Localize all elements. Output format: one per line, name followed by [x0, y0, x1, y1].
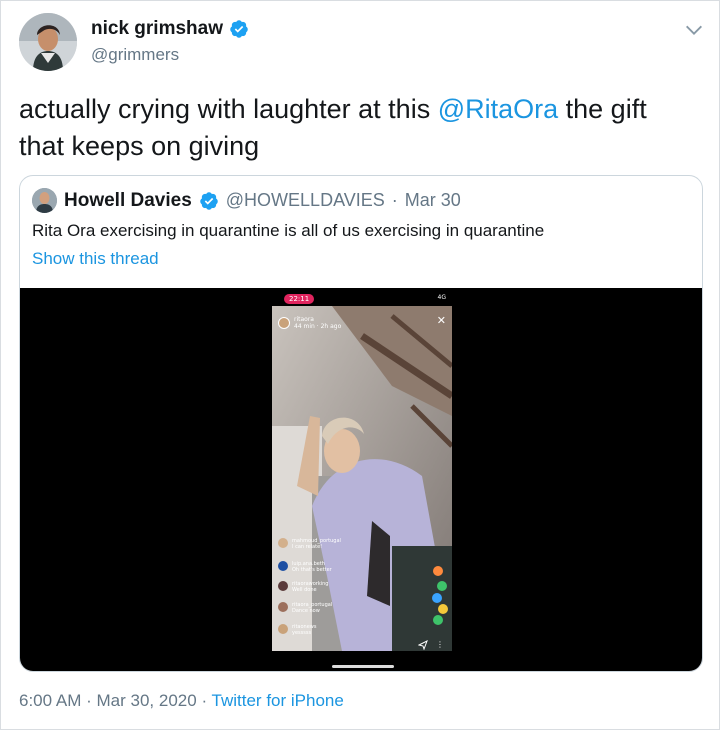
comment: luip.ana.beth Oh that's better [278, 561, 332, 573]
comment-text: Oh that's better [292, 567, 332, 573]
tweet-card: nick grimshaw @grimmers actually crying … [0, 0, 720, 730]
quoted-tweet[interactable]: Howell Davies @HOWELLDAVIES · Mar 30 Rit… [19, 175, 703, 672]
comment-avatar [278, 538, 288, 548]
video-media[interactable]: 22:11 4G ritaora 44 min · 2h ago ✕ mahmo… [20, 288, 702, 671]
quoted-handle: @HOWELLDAVIES [225, 190, 385, 210]
comment-text: Well done [292, 587, 317, 593]
share-icon [418, 640, 428, 650]
quoted-avatar [32, 188, 57, 213]
story-username: ritaora [294, 316, 314, 323]
phone-recording: 22:11 4G ritaora 44 min · 2h ago ✕ mahmo… [272, 292, 452, 668]
close-icon: ✕ [436, 315, 446, 327]
tweet-text: actually crying with laughter at this @R… [19, 91, 699, 165]
tweet-meta: 6:00 AM · Mar 30, 2020 · Twitter for iPh… [19, 691, 344, 711]
tweet-header: nick grimshaw @grimmers [19, 13, 709, 75]
status-time: 22:11 [284, 294, 315, 304]
story-subtitle: 44 min · 2h ago [294, 323, 342, 330]
source-link[interactable]: Twitter for iPhone [212, 691, 344, 710]
quoted-date[interactable]: Mar 30 [405, 190, 461, 211]
handle[interactable]: @grimmers [91, 45, 249, 65]
story-video-frame [272, 306, 452, 651]
show-thread-link[interactable]: Show this thread [32, 249, 159, 269]
avatar[interactable] [19, 13, 77, 71]
separator-dot: · [201, 691, 208, 710]
verified-badge-icon [230, 20, 248, 38]
comment-text: I can relate! [292, 544, 323, 550]
tweet-text-before: actually crying with laughter at this [19, 94, 438, 124]
avatar-image [19, 13, 77, 71]
display-name[interactable]: nick grimshaw [91, 18, 223, 40]
comment: ritaora_portugal Dance now [278, 602, 332, 614]
quoted-text: Rita Ora exercising in quarantine is all… [32, 221, 545, 240]
quoted-display-name: Howell Davies [64, 189, 192, 211]
separator-dot: · [391, 190, 398, 210]
comment-text: yesssss [292, 630, 312, 636]
comment-avatar [278, 624, 288, 634]
comment-avatar [278, 561, 288, 571]
tweet-time[interactable]: 6:00 AM [19, 691, 81, 710]
story-avatar [278, 317, 290, 329]
chevron-down-icon[interactable] [683, 19, 705, 41]
comment-avatar [278, 581, 288, 591]
comment-avatar [278, 602, 288, 612]
status-signal: 4G [437, 294, 446, 301]
comment: mahmoud_portugal I can relate! [278, 538, 341, 550]
separator-dot: · [86, 691, 92, 710]
story-screen: ritaora 44 min · 2h ago ✕ mahmoud_portug… [272, 306, 452, 651]
story-user: ritaora 44 min · 2h ago [278, 316, 341, 330]
mention-link[interactable]: @RitaOra [438, 94, 558, 124]
comment: ritaoraworking Well done [278, 581, 328, 593]
verified-badge-icon [200, 191, 218, 210]
more-icon: ⋮ [436, 640, 444, 649]
home-indicator [332, 665, 394, 668]
comment: ritaonews yesssss [278, 624, 316, 636]
comment-text: Dance now [292, 608, 320, 614]
tweet-date[interactable]: Mar 30, 2020 [97, 691, 197, 710]
